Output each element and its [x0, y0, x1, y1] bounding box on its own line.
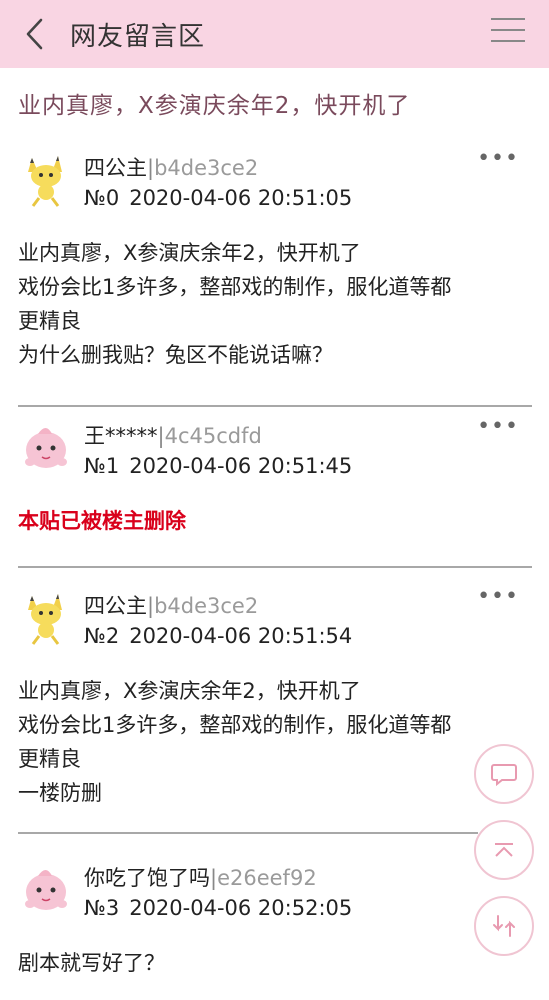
post-author[interactable]: 王*****|4c45cdfd [84, 420, 262, 450]
divider [18, 405, 532, 407]
author-id: b4de3ce2 [154, 156, 259, 180]
pink-pokemon-avatar [25, 870, 67, 910]
more-dots-icon[interactable]: ••• [477, 584, 519, 609]
post-item: 四公主|b4de3ce2 №0 2020-04-06 20:51:05 ••• 业… [0, 146, 549, 412]
post-meta: №2 2020-04-06 20:51:54 [84, 624, 352, 648]
page-title: 网友留言区 [70, 21, 206, 52]
separator: | [157, 424, 165, 448]
post-body: 业内真廖，X参演庆余年2，快开机了 戏份会比1多许多，整部戏的制作，服化道等都 … [18, 674, 533, 810]
author-name: 王***** [84, 424, 158, 448]
divider [18, 566, 532, 568]
post-meta: №1 2020-04-06 20:51:45 [84, 454, 352, 478]
post-item: 王*****|4c45cdfd №1 2020-04-06 20:51:45 ••… [0, 414, 549, 560]
floor-number: №1 [84, 454, 120, 478]
deleted-notice: 本贴已被楼主删除 [18, 509, 186, 533]
divider [18, 832, 478, 834]
post-time: 2020-04-06 20:51:54 [129, 624, 353, 648]
post-body: 业内真廖，X参演庆余年2，快开机了 戏份会比1多许多，整部戏的制作，服化道等都 … [18, 236, 533, 372]
hamburger-menu-icon[interactable] [491, 18, 525, 48]
floor-number: №0 [84, 186, 120, 210]
topic-title: 业内真廖，X参演庆余年2，快开机了 [18, 93, 411, 119]
post-time: 2020-04-06 20:51:45 [129, 454, 353, 478]
post-body: 剧本就写好了？ [18, 946, 533, 980]
post-time: 2020-04-06 20:51:05 [129, 186, 353, 210]
app-header: 网友留言区 [0, 0, 549, 68]
pink-pokemon-avatar [25, 428, 67, 468]
author-id: 4c45cdfd [164, 424, 262, 448]
refresh-button[interactable] [474, 896, 534, 956]
yellow-pokemon-avatar [28, 594, 62, 645]
post-body: 本贴已被楼主删除 [18, 504, 533, 538]
post-meta: №0 2020-04-06 20:51:05 [84, 186, 352, 210]
post-line: 为什么删我贴？兔区不能说话嘛？ [18, 343, 333, 367]
post-line: 更精良 [18, 747, 81, 771]
post-author[interactable]: 四公主|b4de3ce2 [84, 590, 258, 620]
more-dots-icon[interactable]: ••• [477, 414, 519, 439]
floor-number: №3 [84, 896, 120, 920]
post-time: 2020-04-06 20:52:05 [129, 896, 353, 920]
author-name: 四公主 [84, 156, 147, 180]
post-line: 业内真廖，X参演庆余年2，快开机了 [18, 241, 361, 265]
post-meta: №3 2020-04-06 20:52:05 [84, 896, 352, 920]
author-name: 你吃了饱了吗 [84, 866, 210, 890]
floor-number: №2 [84, 624, 120, 648]
post-line: 一楼防删 [18, 781, 102, 805]
post-line: 剧本就写好了？ [18, 951, 165, 975]
more-dots-icon[interactable]: ••• [477, 146, 519, 171]
post-line: 更精良 [18, 309, 81, 333]
yellow-pokemon-avatar [28, 156, 62, 207]
post-author[interactable]: 四公主|b4de3ce2 [84, 152, 258, 182]
comment-button[interactable] [474, 744, 534, 804]
author-id: b4de3ce2 [154, 594, 259, 618]
post-line: 业内真廖，X参演庆余年2，快开机了 [18, 679, 361, 703]
post-item: 你吃了饱了吗|e26eef92 №3 2020-04-06 20:52:05 剧本… [0, 862, 549, 1000]
author-id: e26eef92 [217, 866, 317, 890]
author-name: 四公主 [84, 594, 147, 618]
scroll-top-button[interactable] [474, 820, 534, 880]
scroll-top-icon [495, 843, 513, 857]
post-item: 四公主|b4de3ce2 №2 2020-04-06 20:51:54 ••• 业… [0, 584, 549, 840]
comment-bubble-icon [491, 764, 517, 787]
post-line: 戏份会比1多许多，整部戏的制作，服化道等都 [18, 713, 452, 737]
chevron-left-icon [26, 18, 43, 50]
refresh-icon [493, 915, 515, 937]
post-line: 戏份会比1多许多，整部戏的制作，服化道等都 [18, 275, 452, 299]
post-author[interactable]: 你吃了饱了吗|e26eef92 [84, 862, 317, 892]
back-button[interactable] [0, 0, 70, 68]
